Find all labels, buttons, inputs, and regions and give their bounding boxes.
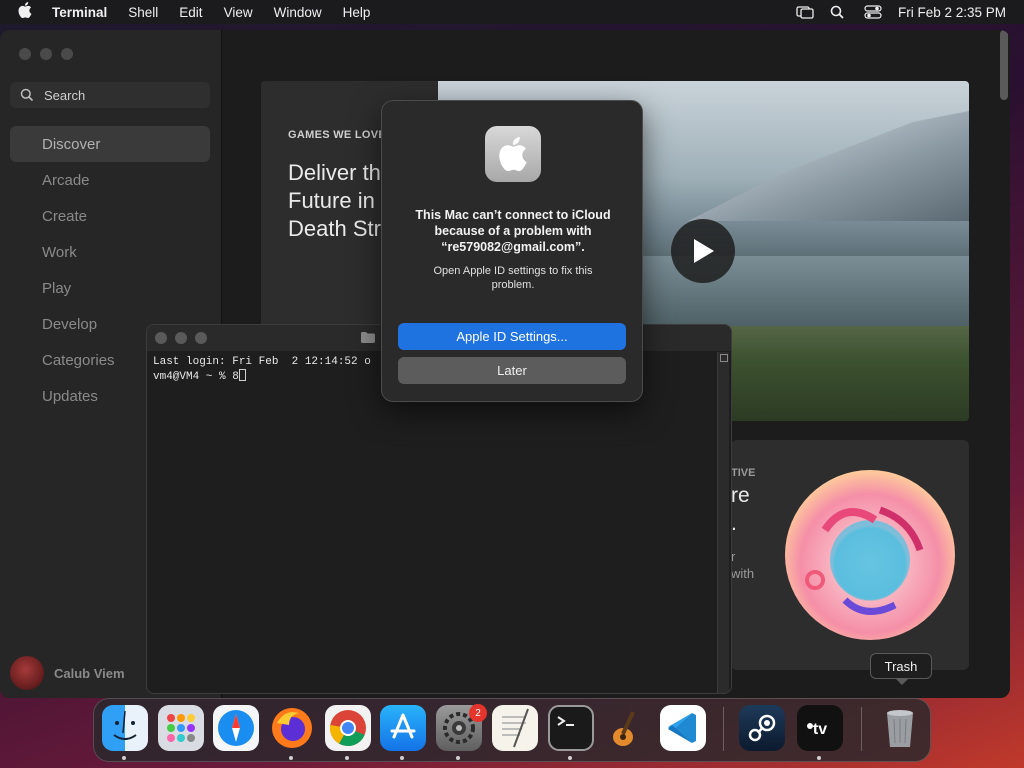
sidebar-item-play[interactable]: Play bbox=[10, 270, 210, 306]
icloud-alert-dialog: This Mac can’t connect to iCloud because… bbox=[381, 100, 643, 402]
search-icon bbox=[20, 88, 34, 102]
menu-shell[interactable]: Shell bbox=[128, 5, 158, 20]
secondary-description: r with bbox=[731, 548, 754, 582]
steam-icon[interactable] bbox=[739, 705, 785, 751]
vscode-icon[interactable] bbox=[660, 705, 706, 751]
minimize-window-button[interactable] bbox=[40, 48, 52, 60]
terminal-scrollbar[interactable] bbox=[717, 352, 729, 693]
dock-running-indicator bbox=[122, 756, 126, 760]
play-icon bbox=[694, 239, 714, 263]
secondary-card[interactable]: TIVE re . r with bbox=[731, 440, 969, 670]
menu-window[interactable]: Window bbox=[274, 5, 322, 20]
chrome-icon[interactable] bbox=[325, 705, 371, 751]
launchpad-icon[interactable] bbox=[158, 705, 204, 751]
sidebar-item-discover[interactable]: Discover bbox=[10, 126, 210, 162]
terminal-icon[interactable] bbox=[548, 705, 594, 751]
close-window-button[interactable] bbox=[19, 48, 31, 60]
search-field[interactable]: Search bbox=[10, 82, 210, 108]
apple-logo-icon bbox=[485, 126, 541, 182]
dock-running-indicator bbox=[817, 756, 821, 760]
menu-help[interactable]: Help bbox=[343, 5, 371, 20]
dock-separator bbox=[861, 707, 862, 751]
textedit-icon[interactable] bbox=[492, 705, 538, 751]
menu-clock[interactable]: Fri Feb 2 2:35 PM bbox=[898, 5, 1006, 20]
mountain-shape bbox=[688, 111, 969, 221]
screen-mirroring-icon[interactable] bbox=[796, 5, 814, 19]
finder-icon[interactable] bbox=[102, 705, 148, 751]
apple-id-settings-button[interactable]: Apple ID Settings... bbox=[398, 323, 626, 350]
app-store-icon[interactable] bbox=[380, 705, 426, 751]
search-placeholder: Search bbox=[44, 87, 86, 103]
notification-badge: 2 bbox=[469, 704, 487, 722]
menu-app-name[interactable]: Terminal bbox=[52, 5, 107, 20]
illustration-image bbox=[785, 470, 955, 640]
secondary-eyebrow: TIVE bbox=[731, 467, 756, 479]
secondary-title-line: re bbox=[731, 484, 750, 507]
sidebar-item-create[interactable]: Create bbox=[10, 198, 210, 234]
zoom-window-button[interactable] bbox=[61, 48, 73, 60]
dock-separator bbox=[723, 707, 724, 751]
dock-running-indicator bbox=[345, 756, 349, 760]
dock-running-indicator bbox=[289, 756, 293, 760]
terminal-window-controls bbox=[155, 332, 207, 344]
secondary-description-line: with bbox=[731, 566, 755, 581]
dock-running-indicator bbox=[568, 756, 572, 760]
safari-icon[interactable] bbox=[213, 705, 259, 751]
sidebar-item-work[interactable]: Work bbox=[10, 234, 210, 270]
later-button[interactable]: Later bbox=[398, 357, 626, 384]
menu-edit[interactable]: Edit bbox=[179, 5, 202, 20]
dialog-message: Open Apple ID settings to fix this probl… bbox=[433, 265, 593, 291]
user-name: Calub Viem bbox=[54, 665, 125, 681]
content-scrollbar[interactable] bbox=[1000, 30, 1008, 100]
svg-text:tv: tv bbox=[813, 721, 827, 738]
secondary-title-line: . bbox=[731, 512, 737, 535]
secondary-title: re . bbox=[731, 482, 750, 538]
menu-bar: Terminal Shell Edit View Window Help Fri… bbox=[0, 0, 1024, 24]
control-center-icon[interactable] bbox=[864, 5, 882, 19]
apple-menu-icon[interactable] bbox=[18, 2, 38, 22]
terminal-prompt: vm4@VM4 ~ % 8 bbox=[153, 371, 239, 383]
sidebar-item-arcade[interactable]: Arcade bbox=[10, 162, 210, 198]
garageband-icon[interactable] bbox=[604, 705, 650, 751]
apple-tv-icon[interactable]: tv bbox=[797, 705, 843, 751]
dock-running-indicator bbox=[456, 756, 460, 760]
menu-view[interactable]: View bbox=[224, 5, 253, 20]
trash-icon[interactable] bbox=[877, 705, 923, 751]
firefox-icon[interactable] bbox=[269, 705, 315, 751]
dock-running-indicator bbox=[400, 756, 404, 760]
terminal-cursor bbox=[238, 369, 246, 381]
folder-icon bbox=[361, 332, 375, 343]
terminal-zoom-button[interactable] bbox=[195, 332, 207, 344]
secondary-description-line: r bbox=[731, 549, 736, 564]
avatar bbox=[10, 656, 44, 690]
scrollbar-marker-icon bbox=[720, 354, 728, 362]
play-video-button[interactable] bbox=[671, 219, 735, 283]
dock-tooltip: Trash bbox=[870, 653, 932, 685]
window-controls bbox=[19, 48, 73, 60]
terminal-minimize-button[interactable] bbox=[175, 332, 187, 344]
dialog-title: This Mac can’t connect to iCloud because… bbox=[415, 208, 611, 254]
user-account[interactable]: Calub Viem bbox=[10, 656, 125, 690]
water-shape bbox=[608, 256, 969, 326]
spotlight-search-icon[interactable] bbox=[830, 5, 848, 19]
dock: tv bbox=[93, 698, 931, 762]
terminal-close-button[interactable] bbox=[155, 332, 167, 344]
